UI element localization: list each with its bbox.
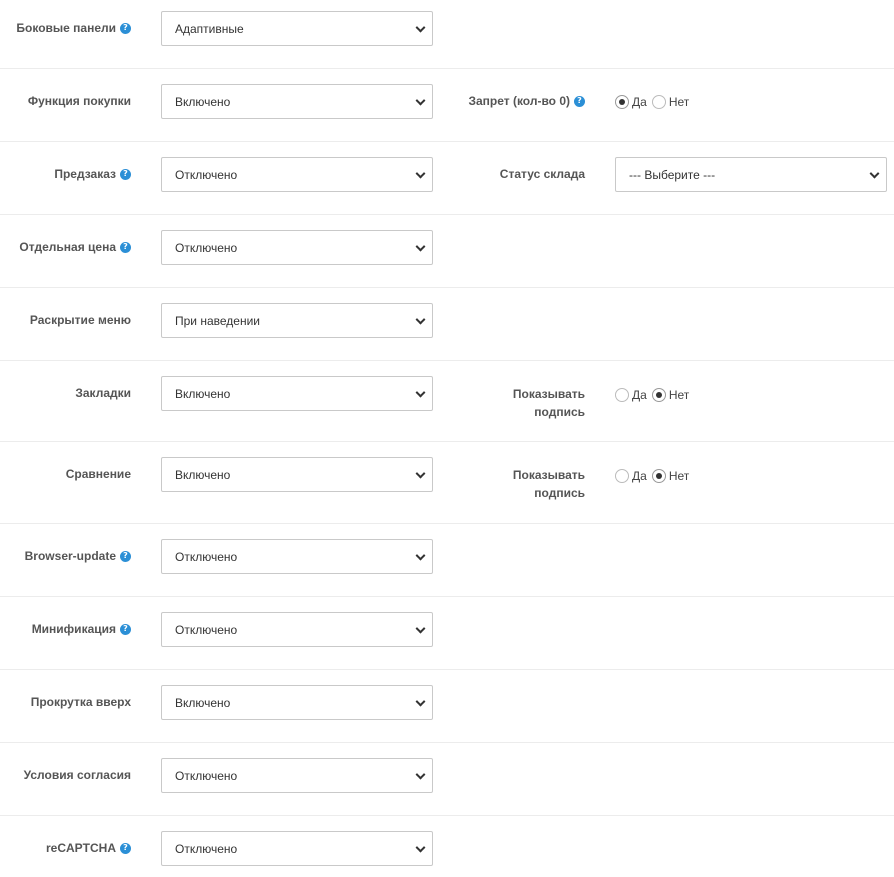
- divider: [0, 441, 894, 442]
- help-icon[interactable]: ?: [120, 168, 131, 180]
- label-compare: Сравнение: [65, 467, 131, 481]
- bookmarks-caption-no[interactable]: Нет: [651, 388, 689, 402]
- bookmarks-caption-radios: Да Нет: [615, 388, 694, 402]
- label-preorder: Предзаказ ?: [54, 167, 131, 181]
- chevron-down-icon: [869, 168, 880, 179]
- radio-checked[interactable]: [651, 388, 666, 402]
- divider: [0, 742, 894, 743]
- chevron-down-icon: [415, 696, 426, 707]
- divider: [0, 68, 894, 69]
- separate-price-select[interactable]: Отключено: [161, 230, 433, 265]
- purchase-ban-no[interactable]: Нет: [651, 95, 689, 109]
- divider: [0, 815, 894, 816]
- help-icon[interactable]: ?: [574, 95, 585, 107]
- help-icon[interactable]: ?: [120, 550, 131, 562]
- label-scroll-top: Прокрутка вверх: [30, 695, 131, 709]
- radio-unchecked[interactable]: [651, 95, 666, 109]
- divider: [0, 360, 894, 361]
- divider: [0, 596, 894, 597]
- label-bookmarks: Закладки: [75, 386, 131, 400]
- label-recaptcha: reCAPTCHA ?: [46, 841, 131, 855]
- divider: [0, 141, 894, 142]
- chevron-down-icon: [415, 623, 426, 634]
- chevron-down-icon: [415, 22, 426, 33]
- radio-checked[interactable]: [615, 95, 629, 109]
- purchase-ban-yes[interactable]: Да: [615, 95, 647, 109]
- chevron-down-icon: [415, 314, 426, 325]
- help-icon[interactable]: ?: [120, 623, 131, 635]
- radio-unchecked[interactable]: [615, 388, 629, 402]
- divider: [0, 523, 894, 524]
- label-separate-price: Отдельная цена ?: [19, 240, 131, 254]
- label-purchase-ban: Запрет (кол-во 0) ?: [468, 94, 585, 108]
- label-minification: Минификация ?: [32, 622, 131, 636]
- chevron-down-icon: [415, 241, 426, 252]
- purchase-ban-radios: Да Нет: [615, 95, 694, 109]
- chevron-down-icon: [415, 168, 426, 179]
- label-sidebars: Боковые панели ?: [16, 21, 131, 35]
- divider: [0, 214, 894, 215]
- scroll-top-select[interactable]: Включено: [161, 685, 433, 720]
- compare-caption-no[interactable]: Нет: [651, 469, 689, 483]
- stock-status-select[interactable]: --- Выберите ---: [615, 157, 887, 192]
- consent-terms-select[interactable]: Отключено: [161, 758, 433, 793]
- chevron-down-icon: [415, 468, 426, 479]
- help-icon[interactable]: ?: [120, 241, 131, 253]
- chevron-down-icon: [415, 95, 426, 106]
- bookmarks-select[interactable]: Включено: [161, 376, 433, 411]
- help-icon[interactable]: ?: [120, 22, 131, 34]
- radio-unchecked[interactable]: [615, 469, 629, 483]
- purchase-function-select[interactable]: Включено: [161, 84, 433, 119]
- compare-caption-yes[interactable]: Да: [615, 469, 647, 483]
- bookmarks-caption-yes[interactable]: Да: [615, 388, 647, 402]
- minification-select[interactable]: Отключено: [161, 612, 433, 647]
- label-consent-terms: Условия согласия: [23, 768, 131, 782]
- compare-select[interactable]: Включено: [161, 457, 433, 492]
- label-bookmarks-caption: Показывать подпись: [512, 387, 585, 419]
- sidebars-select[interactable]: Адаптивные: [161, 11, 433, 46]
- help-icon[interactable]: ?: [120, 842, 131, 854]
- chevron-down-icon: [415, 769, 426, 780]
- menu-expand-select[interactable]: При наведении: [161, 303, 433, 338]
- radio-checked[interactable]: [651, 469, 666, 483]
- divider: [0, 287, 894, 288]
- chevron-down-icon: [415, 842, 426, 853]
- label-menu-expand: Раскрытие меню: [29, 313, 131, 327]
- label-purchase-function: Функция покупки: [27, 94, 131, 108]
- label-browser-update: Browser-update ?: [25, 549, 131, 563]
- recaptcha-select[interactable]: Отключено: [161, 831, 433, 866]
- preorder-select[interactable]: Отключено: [161, 157, 433, 192]
- divider: [0, 669, 894, 670]
- chevron-down-icon: [415, 550, 426, 561]
- label-stock-status: Статус склада: [499, 167, 585, 181]
- chevron-down-icon: [415, 387, 426, 398]
- label-compare-caption: Показывать подпись: [512, 468, 585, 500]
- compare-caption-radios: Да Нет: [615, 469, 694, 483]
- browser-update-select[interactable]: Отключено: [161, 539, 433, 574]
